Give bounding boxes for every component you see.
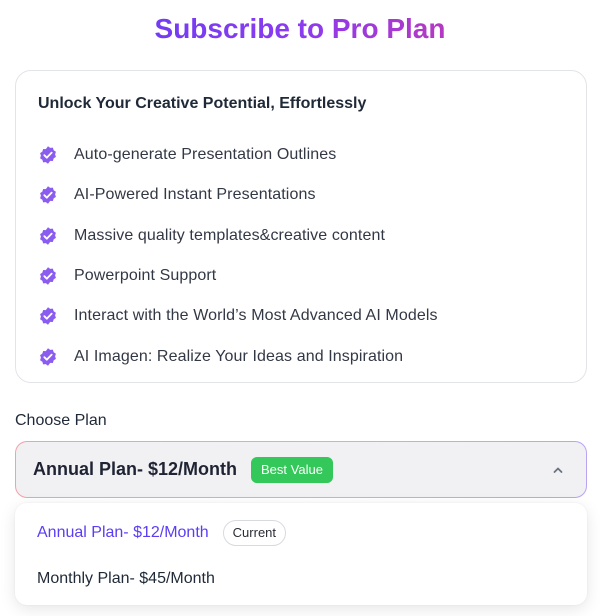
plan-option-monthly[interactable]: Monthly Plan- $45/Month [37, 565, 215, 593]
plan-option-annual[interactable]: Annual Plan- $12/Month Current [37, 519, 287, 547]
plan-option-label: Annual Plan- $12/Month [37, 524, 209, 541]
feature-item: AI Imagen: Realize Your Ideas and Inspir… [38, 336, 438, 376]
choose-plan-label: Choose Plan [15, 412, 107, 429]
verified-badge-icon [40, 186, 56, 205]
current-badge: Current [222, 520, 287, 546]
verified-badge-icon [40, 146, 56, 164]
plan-option-label: Monthly Plan- $45/Month [37, 570, 215, 587]
chevron-up-icon[interactable] [552, 464, 564, 476]
verified-badge-icon [40, 307, 56, 326]
feature-label: Interact with the World’s Most Advanced … [74, 307, 438, 325]
page-title: Subscribe to Pro Plan [0, 12, 600, 46]
feature-item: Massive quality templates&creative conte… [38, 216, 438, 256]
plan-select-dropdown[interactable]: Annual Plan- $12/Month Best Value [15, 441, 587, 498]
best-value-badge: Best Value [251, 456, 333, 483]
feature-label: AI Imagen: Realize Your Ideas and Inspir… [74, 347, 404, 365]
verified-badge-icon [40, 347, 56, 366]
feature-label: Auto-generate Presentation Outlines [74, 146, 337, 164]
plan-options-menu: Annual Plan- $12/Month Current Monthly P… [15, 503, 587, 605]
features-card: Unlock Your Creative Potential, Effortle… [15, 70, 587, 383]
verified-badge-icon [40, 226, 56, 245]
feature-item: AI-Powered Instant Presentations [38, 175, 438, 215]
features-heading: Unlock Your Creative Potential, Effortle… [38, 95, 367, 112]
verified-badge-icon [40, 267, 56, 285]
feature-label: Massive quality templates&creative conte… [74, 226, 386, 244]
selected-plan-value: Annual Plan- $12/Month [33, 459, 238, 479]
feature-item: Auto-generate Presentation Outlines [38, 135, 438, 175]
feature-label: AI-Powered Instant Presentations [74, 186, 316, 204]
feature-label: Powerpoint Support [74, 267, 217, 285]
feature-item: Interact with the World’s Most Advanced … [38, 296, 438, 336]
feature-item: Powerpoint Support [38, 256, 438, 296]
subscribe-page: Subscribe to Pro Plan Unlock Your Creati… [0, 0, 600, 616]
feature-list: Auto-generate Presentation Outlines AI-P… [38, 135, 438, 377]
